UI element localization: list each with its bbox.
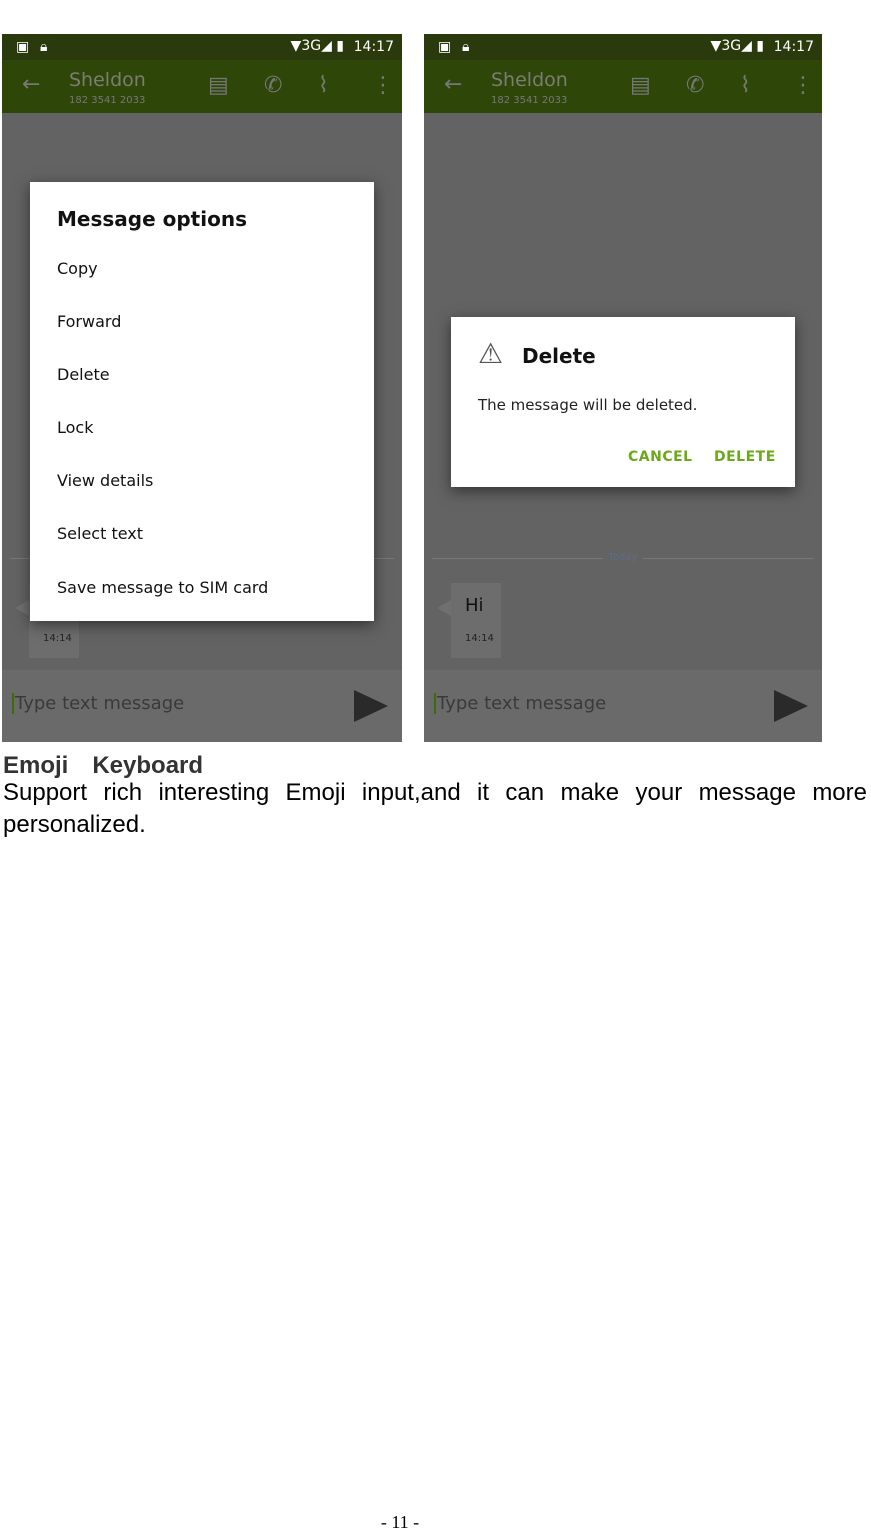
more-options-icon[interactable]: ⋮ [372, 73, 394, 98]
image-icon: ▣ [438, 39, 452, 55]
today-label: Today [424, 552, 822, 563]
back-arrow-icon[interactable]: ← [22, 72, 40, 97]
image-icon: ▣ [16, 39, 30, 55]
option-delete[interactable]: Delete [57, 365, 110, 384]
option-copy[interactable]: Copy [57, 259, 98, 278]
bubble-tail [437, 600, 451, 616]
status-bar: ▣ 🔒︎ ▼3G◢ ▮ 14:17 [424, 34, 822, 60]
phone-call-icon[interactable]: ✆ [264, 73, 282, 98]
delete-dialog: ⚠ Delete The message will be deleted. CA… [451, 317, 795, 487]
network-indicator: ▼3G◢ ▮ [290, 38, 344, 54]
paperclip-icon[interactable]: ⌇ [740, 73, 751, 98]
option-select-text[interactable]: Select text [57, 524, 143, 543]
contact-number: 182 3541 2033 [491, 95, 568, 106]
option-forward[interactable]: Forward [57, 312, 121, 331]
lock-icon: 🔒︎ [40, 39, 48, 55]
contact-number: 182 3541 2033 [69, 95, 146, 106]
compose-bar: Type text message [2, 670, 402, 742]
toolbar: ← Sheldon 182 3541 2033 ▤ ✆ ⌇ ⋮ [424, 60, 822, 113]
message-input[interactable]: Type text message [12, 693, 184, 714]
option-lock[interactable]: Lock [57, 418, 93, 437]
contact-name: Sheldon [491, 69, 568, 91]
cancel-button[interactable]: CANCEL [628, 449, 693, 465]
phone-call-icon[interactable]: ✆ [686, 73, 704, 98]
message-time: 14:14 [43, 633, 72, 644]
section-body: Support rich interesting Emoji input,and… [3, 779, 867, 838]
compose-bar: Type text message [424, 670, 822, 742]
status-bar: ▣ 🔒︎ ▼3G◢ ▮ 14:17 [2, 34, 402, 60]
message-bubble[interactable]: Hi 14:14 [451, 583, 501, 658]
dialog-title: Delete [522, 344, 596, 368]
paperclip-icon[interactable]: ⌇ [318, 73, 329, 98]
network-indicator: ▼3G◢ ▮ [710, 38, 764, 54]
send-icon[interactable] [774, 690, 808, 722]
bubble-tail [15, 600, 29, 616]
message-text: Hi [465, 595, 484, 616]
phone-screenshot-delete: ▣ 🔒︎ ▼3G◢ ▮ 14:17 ← Sheldon 182 3541 203… [424, 34, 822, 742]
status-time: 14:17 [353, 39, 394, 55]
contact-card-icon[interactable]: ▤ [208, 73, 229, 98]
lock-icon: 🔒︎ [462, 39, 470, 55]
send-icon[interactable] [354, 690, 388, 722]
message-time: 14:14 [465, 633, 494, 644]
option-save-to-sim[interactable]: Save message to SIM card [57, 578, 268, 597]
option-view-details[interactable]: View details [57, 471, 153, 490]
status-time: 14:17 [773, 39, 814, 55]
dialog-title: Message options [57, 207, 247, 231]
message-options-dialog: Message options Copy Forward Delete Lock… [30, 182, 374, 621]
message-input[interactable]: Type text message [434, 693, 606, 714]
page-number: - 11 - [380, 1512, 420, 1532]
delete-button[interactable]: DELETE [714, 449, 776, 465]
network-label: 3G [721, 38, 742, 54]
phone-screenshot-options: ▣ 🔒︎ ▼3G◢ ▮ 14:17 ← Sheldon 182 3541 203… [2, 34, 402, 742]
toolbar: ← Sheldon 182 3541 2033 ▤ ✆ ⌇ ⋮ [2, 60, 402, 113]
today-text: Today [602, 552, 644, 563]
more-options-icon[interactable]: ⋮ [792, 73, 814, 98]
contact-card-icon[interactable]: ▤ [630, 73, 651, 98]
warning-icon: ⚠ [478, 337, 504, 370]
dialog-message: The message will be deleted. [478, 396, 698, 414]
section-heading: Emoji Keyboard [3, 752, 204, 779]
contact-name: Sheldon [69, 69, 146, 91]
back-arrow-icon[interactable]: ← [444, 72, 462, 97]
network-label: 3G [301, 38, 322, 54]
